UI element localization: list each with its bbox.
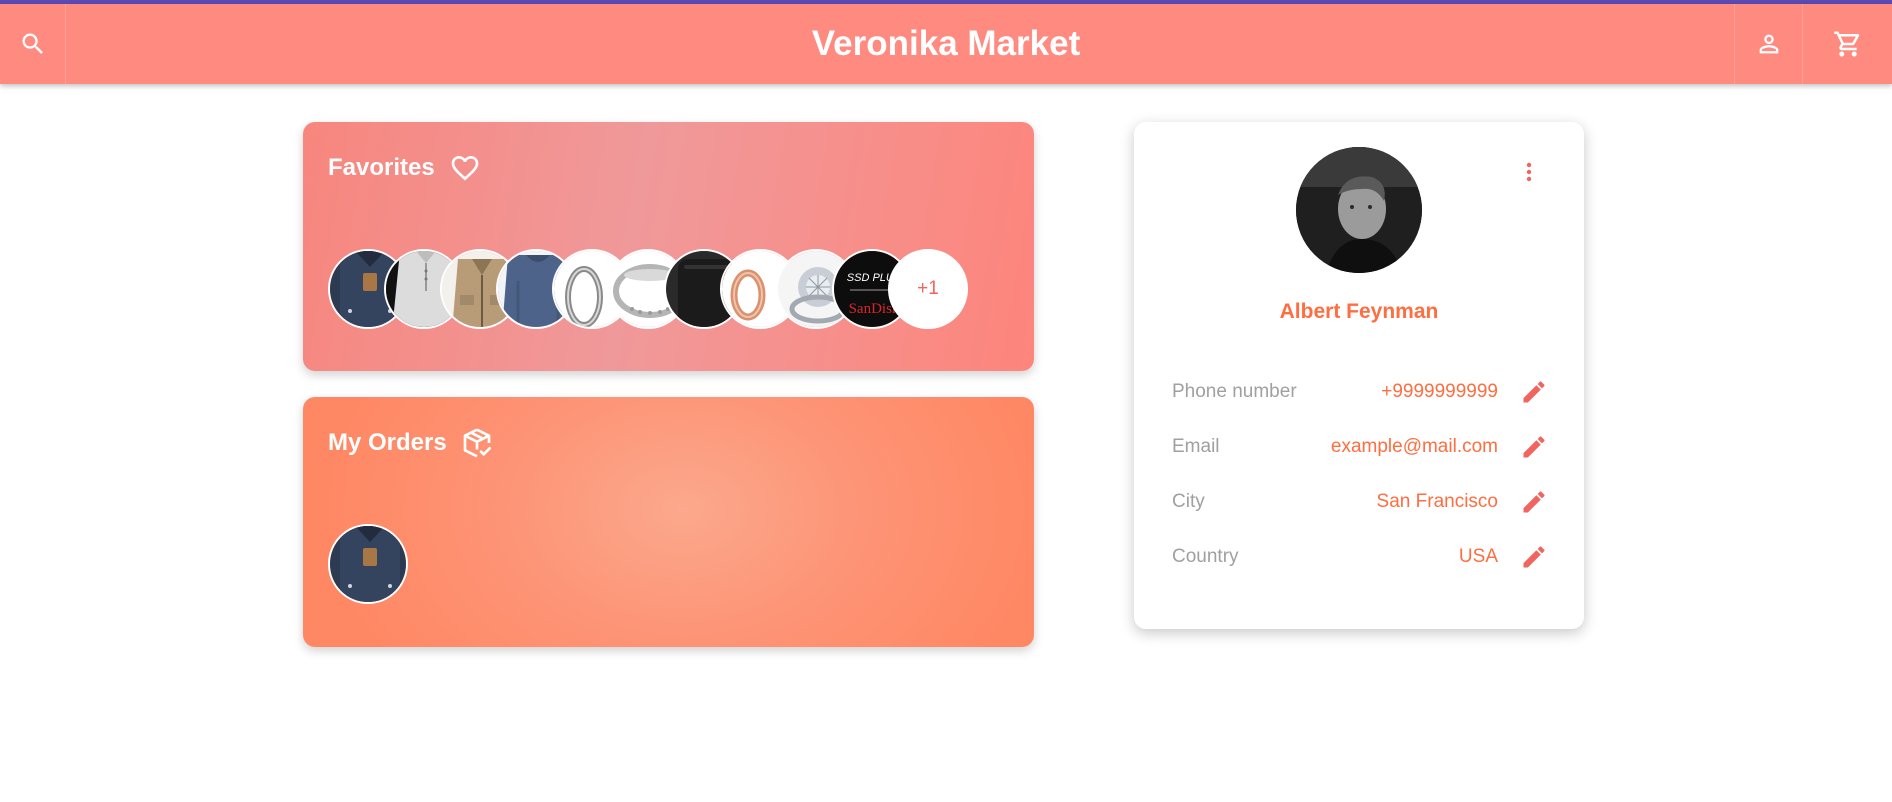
profile-card: Albert Feynman Phone number +9999999999 … [1134,122,1584,629]
shopping-cart-icon [1833,31,1859,57]
city-field: City San Francisco [1172,482,1548,522]
favorites-thumbnails: SSD PLUS SanDisk +1 [328,249,978,329]
favorites-header: Favorites [328,152,481,184]
country-field: Country USA [1172,537,1548,577]
edit-country-pencil-icon[interactable] [1520,543,1548,571]
search-icon [22,33,43,54]
favorites-title: Favorites [328,154,435,181]
app-bar: Veronika Market [0,4,1892,84]
orders-thumbnails [328,524,978,604]
edit-email-pencil-icon[interactable] [1520,433,1548,461]
orders-header: My Orders [328,427,493,459]
city-value: San Francisco [1376,491,1498,512]
orders-title: My Orders [328,429,447,456]
email-field: Email example@mail.com [1172,427,1548,467]
city-label: City [1172,491,1205,512]
email-label: Email [1172,436,1220,457]
order-item-navy-jacket[interactable] [328,524,408,604]
profile-name: Albert Feynman [1279,300,1439,323]
more-vertical-icon[interactable] [1517,160,1541,184]
phone-field: Phone number +9999999999 [1172,372,1548,412]
edit-city-pencil-icon[interactable] [1520,488,1548,516]
phone-value: +9999999999 [1381,381,1498,402]
country-value: USA [1458,546,1498,567]
more-favorites-badge[interactable]: +1 [888,249,968,329]
phone-label: Phone number [1172,381,1297,402]
email-value: example@mail.com [1330,436,1498,457]
account-button[interactable] [1734,4,1802,84]
package-check-icon [463,428,491,458]
search-button[interactable] [0,4,66,84]
orders-card[interactable]: My Orders [303,397,1034,647]
heart-outline-icon [451,156,479,181]
person-icon [1759,34,1778,54]
favorites-card[interactable]: Favorites SSD PLUS SanDisk +1 [303,122,1034,371]
avatar[interactable] [1296,147,1422,273]
country-label: Country [1172,546,1239,567]
cart-button[interactable] [1802,4,1892,84]
edit-phone-pencil-icon[interactable] [1520,378,1548,406]
app-title: Veronika Market [811,24,1081,63]
